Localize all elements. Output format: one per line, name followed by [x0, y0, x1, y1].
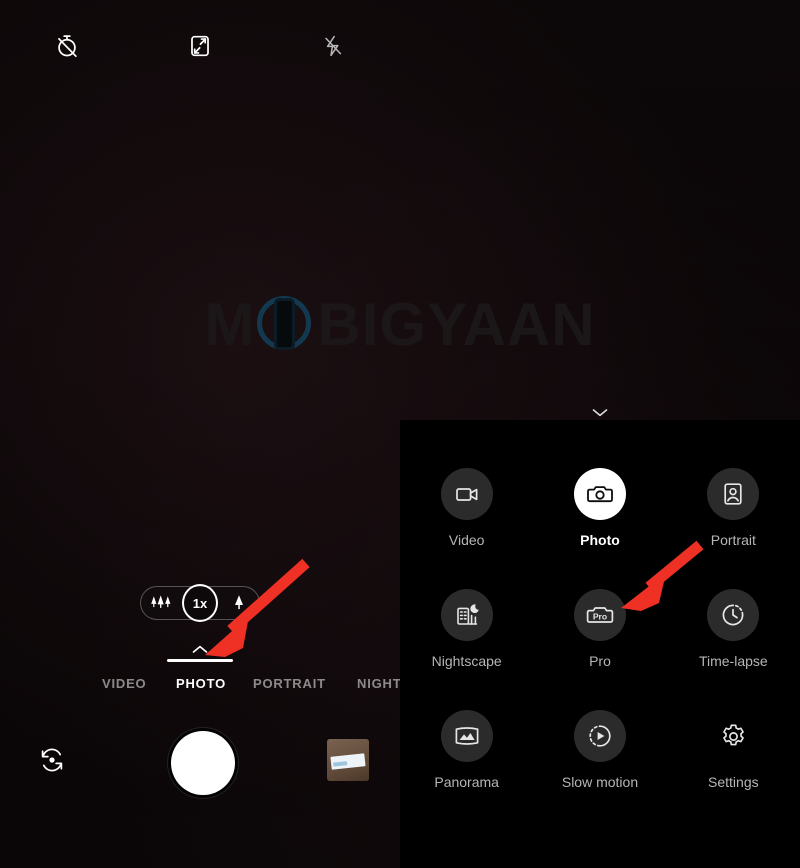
mode-button-time-lapse[interactable]: Time-lapse	[667, 589, 800, 710]
gallery-thumbnail-button[interactable]	[327, 739, 369, 781]
tree-tele-icon	[235, 595, 243, 610]
mode-label: Pro	[589, 653, 611, 669]
mode-label: Portrait	[710, 532, 756, 548]
zoom-level-button[interactable]: 1x	[182, 582, 218, 624]
mode-button-photo[interactable]: Photo	[533, 468, 666, 589]
aspect-ratio-icon[interactable]	[178, 24, 222, 68]
mode-tab-video[interactable]: VIDEO	[102, 676, 146, 691]
panorama-image-icon	[455, 727, 479, 745]
night-building-moon-icon	[456, 604, 479, 625]
mode-label: Video	[448, 532, 485, 548]
watermark-text-after: BIGYAAN	[317, 291, 596, 358]
camera-app-screenshot: M BIGYAAN 1x VIDEO PHOTO PORTRAIT NIGHT …	[0, 0, 800, 868]
mode-icon-wrap	[440, 710, 493, 762]
viewfinder-top-bar	[0, 24, 400, 68]
mode-row: Nightscape Pro Pro Time-lapse	[400, 589, 800, 710]
mode-icon-wrap	[707, 589, 760, 641]
svg-text:Pro: Pro	[593, 611, 607, 621]
zoom-ultrawide-button[interactable]	[143, 587, 179, 619]
mode-button-portrait[interactable]: Portrait	[667, 468, 800, 589]
mode-tab-portrait[interactable]: PORTRAIT	[253, 676, 326, 691]
mode-icon-wrap	[573, 468, 626, 520]
mode-strip-indicator	[167, 659, 233, 662]
video-camera-icon	[455, 488, 478, 501]
shutter-button[interactable]	[171, 731, 235, 795]
mode-tab-photo[interactable]: PHOTO	[176, 676, 226, 691]
portrait-person-icon	[724, 483, 742, 505]
chevron-up-icon	[192, 645, 208, 653]
mode-button-slow-motion[interactable]: Slow motion	[533, 710, 666, 831]
flash-off-icon[interactable]	[311, 24, 355, 68]
thumbnail-object-detail	[333, 761, 348, 767]
mode-row: Panorama Slow motion Settings	[400, 710, 800, 831]
zoom-telephoto-button[interactable]	[221, 587, 257, 619]
mode-row: Video Photo Portrait	[400, 468, 800, 589]
mode-tab-nightscape[interactable]: NIGHTS	[357, 676, 400, 691]
mode-strip-expand-handle[interactable]	[184, 641, 216, 657]
timelapse-clock-icon	[722, 604, 744, 626]
mode-button-pro[interactable]: Pro Pro	[533, 589, 666, 710]
trees-wide-icon	[151, 595, 171, 608]
mode-icon-wrap	[707, 468, 760, 520]
mode-button-nightscape[interactable]: Nightscape	[400, 589, 533, 710]
viewfinder-mode-tabs[interactable]: VIDEO PHOTO PORTRAIT NIGHTS	[0, 676, 400, 698]
switch-camera-icon	[41, 748, 63, 772]
mode-button-panorama[interactable]: Panorama	[400, 710, 533, 831]
mode-grid: Video Photo Portrait Nightscape Pro Pro …	[400, 468, 800, 831]
mode-icon-wrap: Pro	[573, 589, 626, 641]
watermark-phone-shape	[274, 298, 296, 350]
mode-button-video[interactable]: Video	[400, 468, 533, 589]
mode-label: Photo	[580, 532, 620, 548]
gear-icon	[722, 723, 744, 745]
camera-mode-panel: Video Photo Portrait Nightscape Pro Pro …	[400, 408, 800, 868]
zoom-level-label: 1x	[192, 595, 208, 611]
watermark-text-before: M	[204, 291, 256, 358]
mode-label: Nightscape	[431, 653, 502, 669]
mode-label: Panorama	[434, 774, 499, 790]
slow-motion-play-icon	[589, 725, 611, 747]
watermark-logo-icon	[255, 295, 317, 357]
mobigyaan-watermark: M BIGYAAN	[0, 292, 800, 358]
mode-label: Time-lapse	[698, 653, 768, 669]
mode-button-settings[interactable]: Settings	[667, 710, 800, 831]
mode-icon-wrap	[573, 710, 626, 762]
mode-icon-wrap	[440, 589, 493, 641]
chevron-down-icon	[592, 408, 608, 416]
mode-label: Settings	[708, 774, 759, 790]
mode-icon-wrap	[707, 710, 759, 762]
switch-camera-button[interactable]	[30, 738, 74, 782]
zoom-level-circle: 1x	[182, 584, 218, 622]
mode-icon-wrap	[440, 468, 493, 520]
camera-icon	[587, 486, 613, 503]
pro-camera-icon: Pro	[586, 607, 614, 623]
zoom-control-pill[interactable]: 1x	[140, 584, 260, 622]
timer-off-icon[interactable]	[45, 24, 89, 68]
mode-panel-collapse-button[interactable]	[584, 402, 616, 422]
mode-label: Slow motion	[561, 774, 639, 790]
